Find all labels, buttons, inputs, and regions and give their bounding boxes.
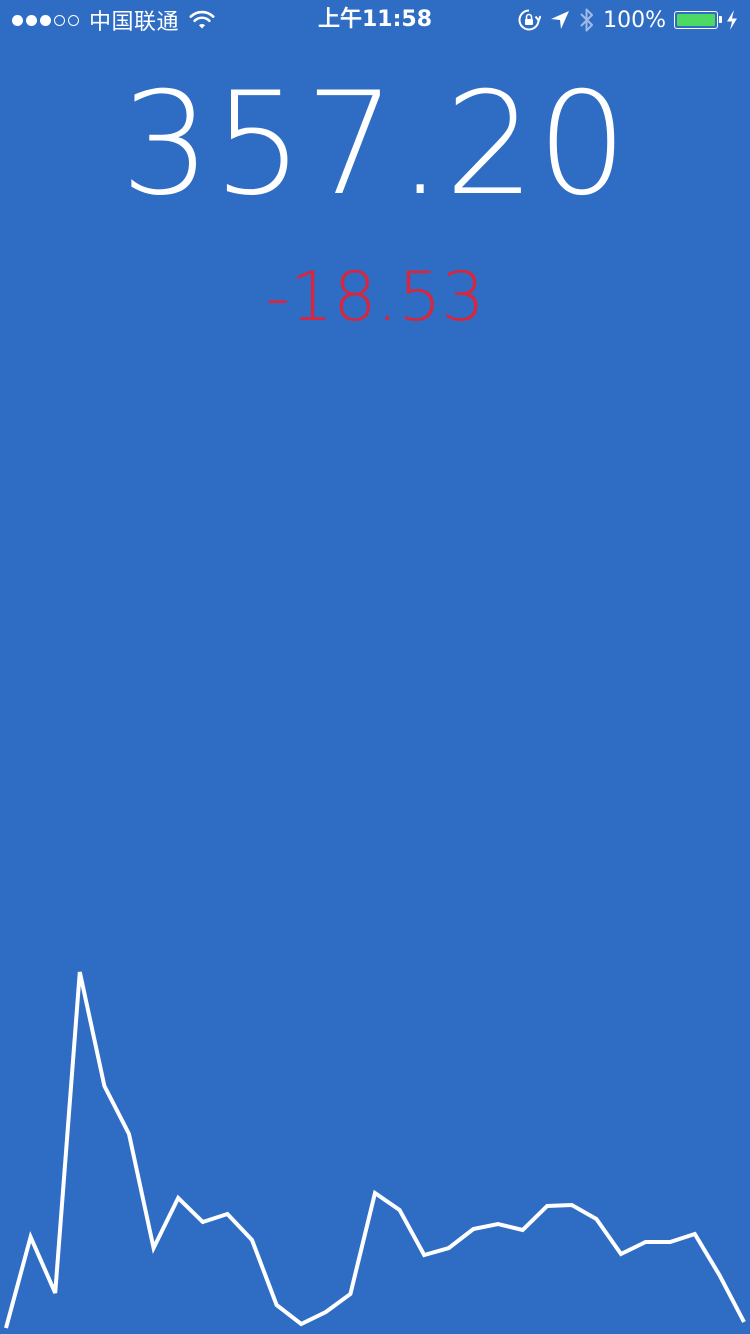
bluetooth-icon — [580, 8, 594, 32]
battery-level — [677, 14, 715, 26]
sparkline-series-line — [4, 971, 746, 1329]
charging-bolt-icon — [727, 10, 737, 30]
status-bar: 中国联通 上午11:58 100% — [0, 0, 750, 40]
price-value: 357.20 — [120, 62, 630, 227]
price-change: -18.53 — [265, 258, 485, 337]
battery-percent: 100% — [603, 7, 666, 33]
battery-icon — [674, 11, 722, 29]
orientation-lock-icon — [518, 9, 542, 31]
status-right: 100% — [517, 6, 738, 34]
location-arrow-icon — [551, 11, 570, 29]
price-sparkline-chart — [4, 971, 746, 1329]
